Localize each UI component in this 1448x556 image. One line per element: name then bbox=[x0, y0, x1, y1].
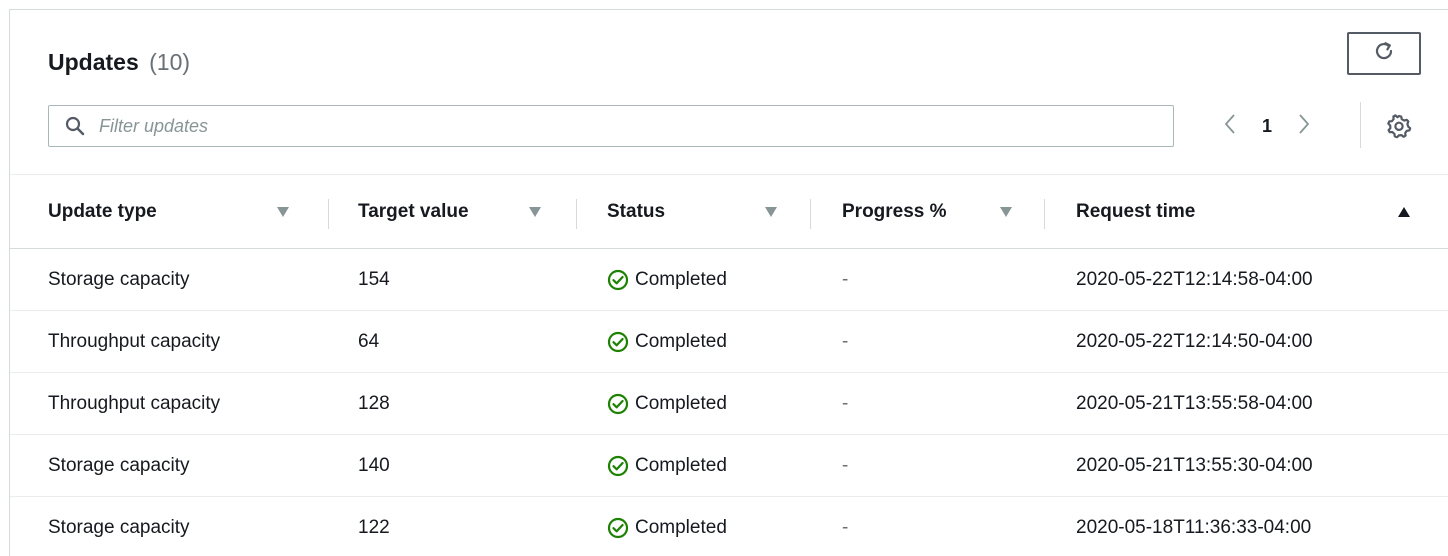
filter-updates-field[interactable] bbox=[48, 105, 1174, 147]
cell-update-type: Storage capacity bbox=[48, 455, 190, 476]
check-circle-icon bbox=[607, 331, 629, 353]
caret-down-icon bbox=[276, 205, 290, 219]
cell-status: Completed bbox=[607, 497, 727, 556]
check-circle-icon bbox=[607, 455, 629, 477]
cell-request-time: 2020-05-21T13:55:30-04:00 bbox=[1076, 455, 1313, 476]
title-text: Updates bbox=[48, 49, 139, 75]
caret-up-icon bbox=[1397, 205, 1411, 219]
updates-table: Update type Target value Status Progress… bbox=[10, 174, 1448, 556]
column-label: Status bbox=[607, 201, 666, 222]
status-text: Completed bbox=[635, 517, 727, 538]
next-page-button[interactable] bbox=[1290, 108, 1318, 144]
refresh-button[interactable] bbox=[1347, 32, 1421, 75]
status-text: Completed bbox=[635, 455, 727, 476]
cell-request-time: 2020-05-18T11:36:33-04:00 bbox=[1076, 517, 1312, 538]
cell-status: Completed bbox=[607, 373, 727, 435]
check-circle-icon bbox=[607, 393, 629, 415]
cell-progress: - bbox=[842, 331, 849, 352]
cell-progress: - bbox=[842, 517, 849, 538]
cell-request-time: 2020-05-22T12:14:58-04:00 bbox=[1076, 269, 1313, 290]
pagination: 1 bbox=[1216, 108, 1318, 144]
table-row[interactable]: Throughput capacity 64 Completed - 2020-… bbox=[10, 311, 1448, 373]
cell-progress: - bbox=[842, 455, 849, 476]
cell-target-value: 122 bbox=[358, 517, 390, 538]
page-number-current[interactable]: 1 bbox=[1244, 116, 1290, 137]
status-text: Completed bbox=[635, 269, 727, 290]
table-row[interactable]: Throughput capacity 128 Completed - 2020… bbox=[10, 373, 1448, 435]
cell-target-value: 128 bbox=[358, 393, 390, 414]
cell-status: Completed bbox=[607, 249, 727, 311]
cell-update-type: Storage capacity bbox=[48, 517, 190, 538]
updates-panel: Updates (10) Filter updates 1 Update typ… bbox=[9, 9, 1448, 556]
table-row[interactable]: Storage capacity 154 Completed - 2020-05… bbox=[10, 249, 1448, 311]
column-header-update-type[interactable]: Update type bbox=[48, 175, 328, 249]
check-circle-icon bbox=[607, 269, 629, 291]
cell-target-value: 154 bbox=[358, 269, 390, 290]
table-settings-button[interactable] bbox=[1385, 113, 1413, 144]
caret-down-icon bbox=[999, 205, 1013, 219]
column-header-status[interactable]: Status bbox=[607, 175, 810, 249]
column-divider bbox=[328, 199, 329, 229]
cell-target-value: 64 bbox=[358, 331, 380, 352]
table-header: Update type Target value Status Progress… bbox=[10, 174, 1448, 249]
caret-down-icon bbox=[528, 205, 542, 219]
column-header-progress[interactable]: Progress % bbox=[842, 175, 1044, 249]
table-row[interactable]: Storage capacity 122 Completed - 2020-05… bbox=[10, 497, 1448, 556]
column-label: Update type bbox=[48, 201, 157, 222]
cell-update-type: Storage capacity bbox=[48, 269, 190, 290]
gear-icon bbox=[1386, 113, 1412, 144]
column-divider bbox=[1044, 199, 1045, 229]
cell-update-type: Throughput capacity bbox=[48, 393, 221, 414]
filter-input[interactable] bbox=[97, 107, 1173, 145]
cell-request-time: 2020-05-21T13:55:58-04:00 bbox=[1076, 393, 1313, 414]
cell-progress: - bbox=[842, 269, 849, 290]
cell-update-type: Throughput capacity bbox=[48, 331, 221, 352]
table-row[interactable]: Storage capacity 140 Completed - 2020-05… bbox=[10, 435, 1448, 497]
cell-request-time: 2020-05-22T12:14:50-04:00 bbox=[1076, 331, 1313, 352]
cell-target-value: 140 bbox=[358, 455, 390, 476]
status-text: Completed bbox=[635, 331, 727, 352]
column-divider bbox=[576, 199, 577, 229]
status-text: Completed bbox=[635, 393, 727, 414]
column-label: Target value bbox=[358, 201, 469, 222]
cell-status: Completed bbox=[607, 435, 727, 497]
column-header-target-value[interactable]: Target value bbox=[358, 175, 576, 249]
column-header-request-time[interactable]: Request time bbox=[1076, 175, 1426, 249]
check-circle-icon bbox=[607, 517, 629, 539]
column-label: Request time bbox=[1076, 201, 1196, 222]
table-body: Storage capacity 154 Completed - 2020-05… bbox=[10, 249, 1448, 556]
chevron-left-icon bbox=[1223, 112, 1237, 141]
cell-status: Completed bbox=[607, 311, 727, 373]
pager-divider bbox=[1360, 102, 1361, 148]
page-title: Updates (10) bbox=[48, 49, 190, 76]
prev-page-button[interactable] bbox=[1216, 108, 1244, 144]
panel-header: Updates (10) Filter updates 1 bbox=[10, 10, 1448, 174]
column-divider bbox=[810, 199, 811, 229]
cell-progress: - bbox=[842, 393, 849, 414]
refresh-icon bbox=[1372, 39, 1396, 68]
title-count: (10) bbox=[149, 49, 191, 75]
chevron-right-icon bbox=[1297, 112, 1311, 141]
caret-down-icon bbox=[764, 205, 778, 219]
column-label: Progress % bbox=[842, 201, 947, 222]
search-icon bbox=[65, 116, 85, 136]
